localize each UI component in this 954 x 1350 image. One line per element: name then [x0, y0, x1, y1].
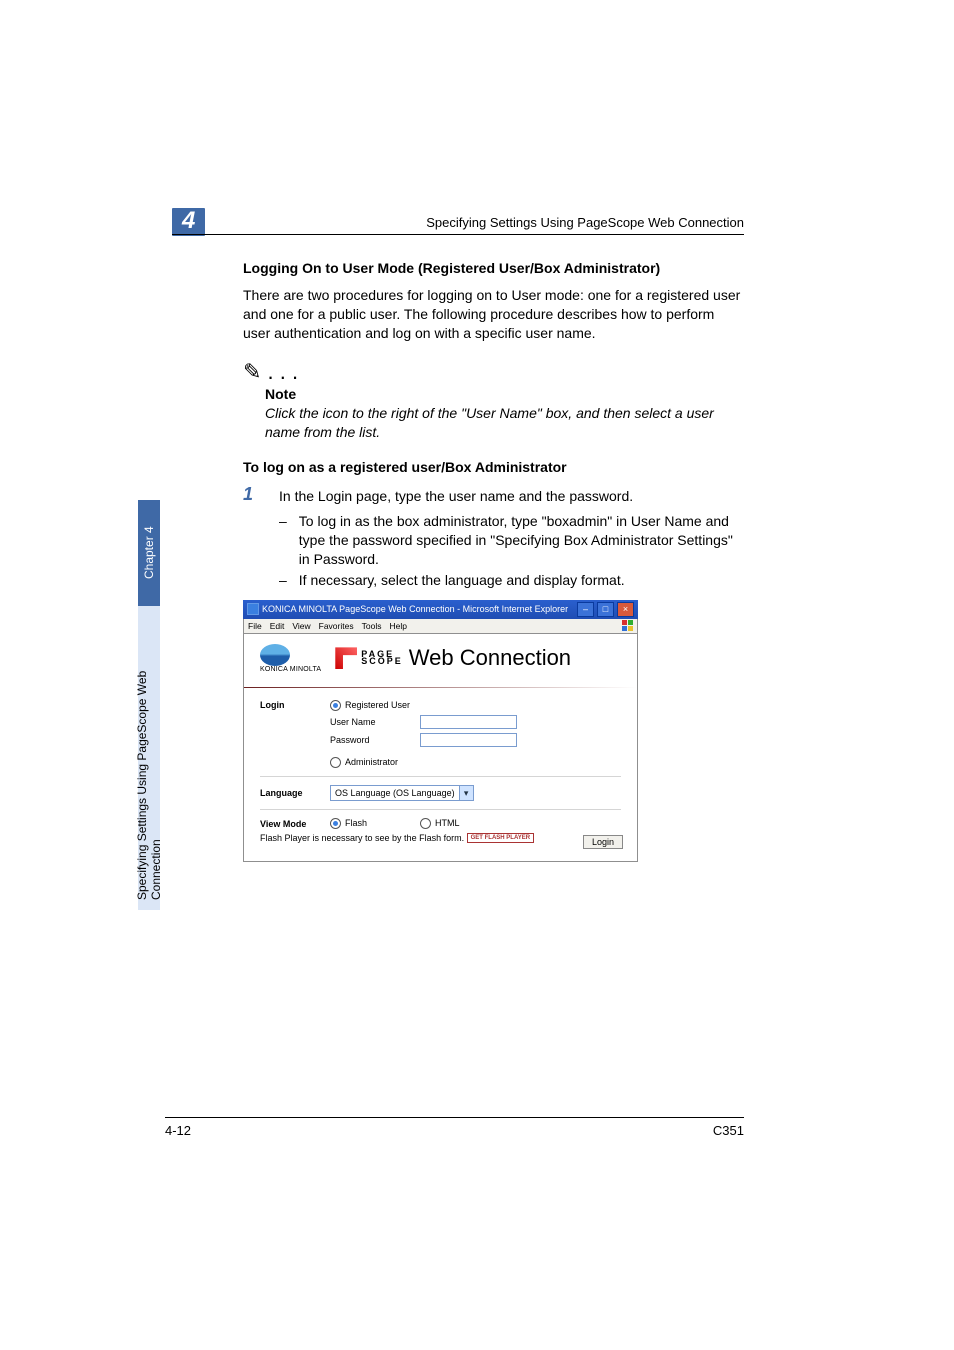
page-header: 4 Specifying Settings Using PageScope We…	[172, 208, 744, 236]
flash-radio[interactable]	[330, 818, 341, 829]
password-label: Password	[330, 735, 420, 745]
minimize-button[interactable]: –	[577, 602, 594, 617]
html-radio[interactable]	[420, 818, 431, 829]
ie-title-text: KONICA MINOLTA PageScope Web Connection …	[262, 604, 568, 614]
maximize-button[interactable]: □	[597, 602, 614, 617]
dash-bullet: –	[279, 512, 287, 569]
menu-view[interactable]: View	[292, 621, 310, 631]
form-divider	[260, 776, 621, 777]
step-text: In the Login page, type the user name an…	[279, 487, 633, 506]
windows-flag-icon	[622, 620, 634, 632]
menu-file[interactable]: File	[248, 621, 262, 631]
konica-minolta-logo: KONICA MINOLTA	[260, 644, 321, 673]
note-label: Note	[265, 386, 744, 402]
note-icon: ✎ . . .	[243, 359, 298, 384]
username-input[interactable]	[420, 715, 517, 729]
intro-paragraph: There are two procedures for logging on …	[243, 286, 744, 343]
webpage-body: KONICA MINOLTA PAGE SCOPE Web Connection	[243, 634, 638, 862]
header-rule	[172, 234, 744, 235]
sub-step-text: If necessary, select the language and di…	[299, 571, 625, 590]
sub-step-list: – To log in as the box administrator, ty…	[279, 512, 744, 590]
login-section-label: Login	[260, 700, 330, 710]
close-button[interactable]: ×	[617, 602, 634, 617]
flash-label: Flash	[345, 818, 367, 828]
content-area: Logging On to User Mode (Registered User…	[243, 260, 744, 862]
ie-app-icon	[247, 603, 259, 615]
document-page: 4 Specifying Settings Using PageScope We…	[0, 0, 954, 1350]
procedure-title: To log on as a registered user/Box Admin…	[243, 459, 744, 475]
section-title: Logging On to User Mode (Registered User…	[243, 260, 744, 276]
model-number: C351	[713, 1123, 744, 1138]
menu-favorites[interactable]: Favorites	[319, 621, 354, 631]
running-header-text: Specifying Settings Using PageScope Web …	[426, 215, 744, 230]
ie-menu-bar: File Edit View Favorites Tools Help	[243, 619, 638, 634]
language-value: OS Language (OS Language)	[331, 788, 459, 798]
get-flash-player-button[interactable]: GET FLASH PLAYER	[467, 833, 534, 843]
menu-tools[interactable]: Tools	[362, 621, 382, 631]
side-tab-title: Specifying Settings Using PageScope Web …	[138, 606, 160, 910]
menu-edit[interactable]: Edit	[270, 621, 285, 631]
registered-user-label: Registered User	[345, 700, 410, 710]
note-block: ✎ . . . Note Click the icon to the right…	[243, 361, 744, 442]
login-button[interactable]: Login	[583, 835, 623, 849]
footer-rule	[165, 1117, 744, 1118]
language-label: Language	[260, 788, 330, 798]
viewmode-label: View Mode	[260, 819, 330, 829]
step-number: 1	[243, 485, 259, 506]
side-tab: Specifying Settings Using PageScope Web …	[138, 500, 160, 910]
sub-step-item: – To log in as the box administrator, ty…	[279, 512, 744, 569]
registered-user-radio[interactable]	[330, 700, 341, 711]
flash-note-text: Flash Player is necessary to see by the …	[260, 833, 464, 843]
sub-step-text: To log in as the box administrator, type…	[299, 512, 744, 569]
administrator-radio[interactable]	[330, 757, 341, 768]
ie-titlebar: KONICA MINOLTA PageScope Web Connection …	[243, 600, 638, 619]
password-input[interactable]	[420, 733, 517, 747]
web-connection-label: Web Connection	[409, 645, 571, 671]
pagescope-logo: PAGE SCOPE Web Connection	[335, 645, 571, 671]
sub-step-item: – If necessary, select the language and …	[279, 571, 744, 590]
chapter-number-badge: 4	[172, 208, 205, 236]
menu-help[interactable]: Help	[389, 621, 406, 631]
language-select[interactable]: OS Language (OS Language) ▾	[330, 785, 474, 801]
html-label: HTML	[435, 818, 460, 828]
form-divider	[260, 809, 621, 810]
note-text: Click the icon to the right of the "User…	[265, 404, 744, 442]
page-number: 4-12	[165, 1123, 191, 1138]
dash-bullet: –	[279, 571, 287, 590]
username-label: User Name	[330, 717, 420, 727]
embedded-screenshot: KONICA MINOLTA PageScope Web Connection …	[243, 600, 638, 862]
red-rule	[244, 687, 637, 688]
chevron-down-icon[interactable]: ▾	[459, 786, 473, 800]
step-row: 1 In the Login page, type the user name …	[243, 487, 744, 506]
administrator-label: Administrator	[345, 757, 398, 767]
side-tab-chapter: Chapter 4	[138, 500, 160, 606]
